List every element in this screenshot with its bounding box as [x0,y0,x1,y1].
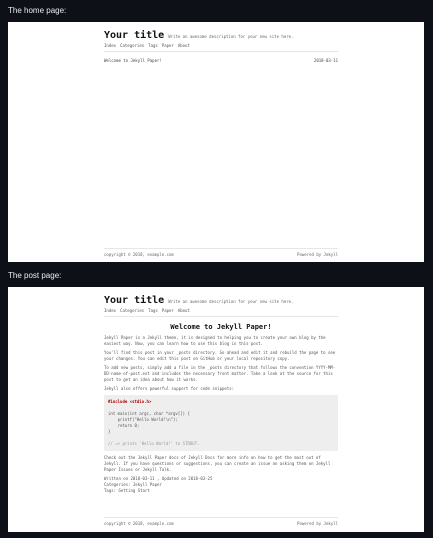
footer-powered-by[interactable]: Powered by Jekyll [297,521,338,526]
home-site-header: Your title Write an awesome description … [104,30,338,63]
post-tags[interactable]: Tags: Getting Start [104,488,338,494]
post-title: Welcome to Jekyll Paper! [170,323,272,331]
site-title[interactable]: Your title [104,295,164,306]
post-list-item: Welcome to Jekyll Paper! 2018-03-11 [104,58,338,63]
post-paragraph: Jekyll also offers powerful support for … [104,386,235,391]
site-nav: Index Categories Tags Paper About [104,308,338,313]
home-page-screenshot: Your title Write an awesome description … [8,22,424,262]
header-divider [104,51,338,52]
post-date: 2018-03-11 [313,58,338,63]
footer-powered-by[interactable]: Powered by Jekyll [297,252,338,257]
nav-item-paper[interactable]: Paper [162,308,174,313]
site-nav: Index Categories Tags Paper About [104,43,338,48]
post-link[interactable]: Welcome to Jekyll Paper! [104,58,162,63]
nav-item-index[interactable]: Index [104,43,116,48]
site-title[interactable]: Your title [104,30,164,41]
footer-divider [104,248,338,249]
code-line: // => prints 'Hello World!' to STDOUT. [108,441,200,446]
footer-divider [104,517,338,518]
post-paragraph: To add new posts, simply add a file in t… [104,365,336,382]
nav-item-tags[interactable]: Tags [148,308,158,313]
footer-copyright: copyright © 2018, example.com [104,521,174,526]
post-page-screenshot: Your title Write an awesome description … [8,287,424,532]
code-snippet: #include <stdio.h> int main(int argc, ch… [104,395,338,451]
nav-item-about[interactable]: About [178,43,190,48]
nav-item-paper[interactable]: Paper [162,43,174,48]
post-paragraph: Jekyll Paper is a Jekyll theme, it is de… [104,335,326,346]
nav-item-categories[interactable]: Categories [120,43,144,48]
nav-item-index[interactable]: Index [104,308,116,313]
site-description: Write an awesome description for your ne… [168,299,294,304]
footer-copyright: copyright © 2018, example.com [104,252,174,257]
home-footer: copyright © 2018, example.com Powered by… [104,252,338,257]
post-footer: copyright © 2018, example.com Powered by… [104,521,338,526]
site-description: Write an awesome description for your ne… [168,34,294,39]
nav-item-about[interactable]: About [178,308,190,313]
header-divider [104,316,338,317]
nav-item-categories[interactable]: Categories [120,308,144,313]
post-site-header: Your title Write an awesome description … [104,295,338,494]
nav-item-tags[interactable]: Tags [148,43,158,48]
home-page-label: The home page: [8,6,67,15]
post-paragraph: You'll find this post in your _posts dir… [104,350,336,361]
post-page-label: The post page: [8,271,62,280]
post-paragraph: Check out the Jekyll Paper docs of Jekyl… [104,455,331,472]
